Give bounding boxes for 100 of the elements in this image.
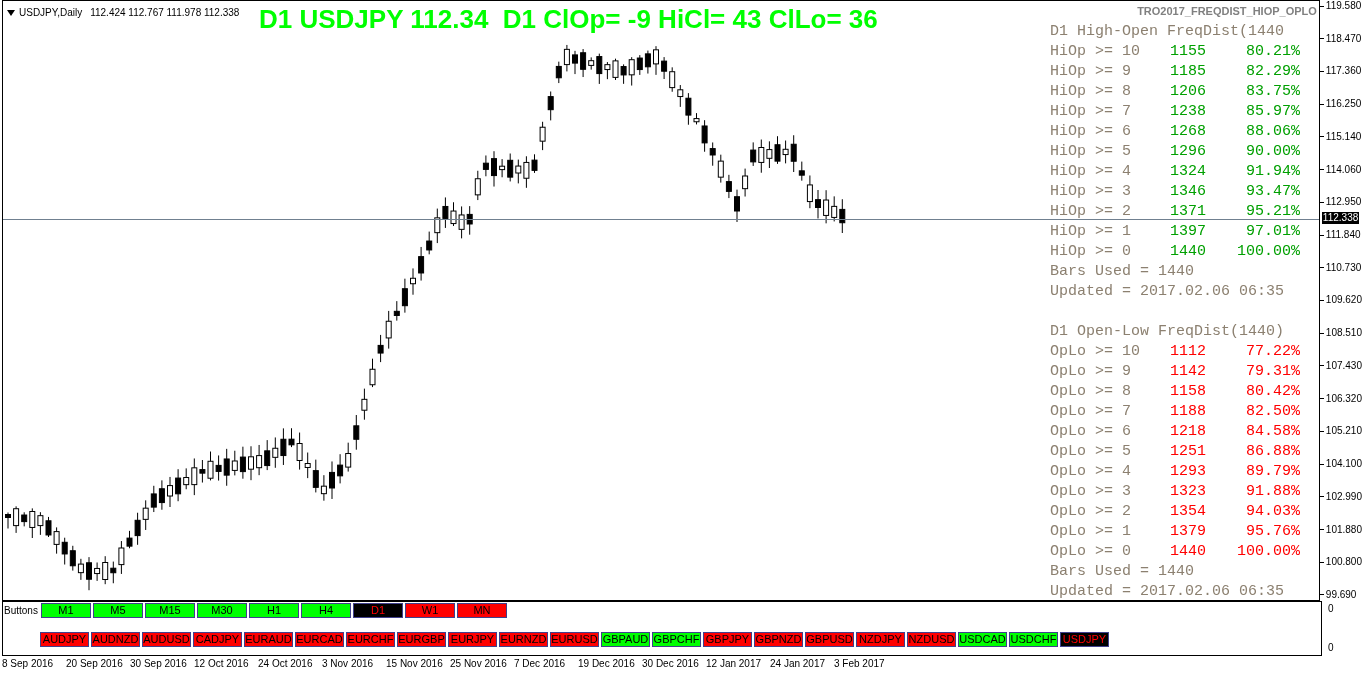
count-value: 1218 [1170, 422, 1207, 442]
threshold-label: HiOp >= 3 [1050, 182, 1132, 202]
date-tick-label: 24 Oct 2016 [258, 657, 314, 671]
count-value: 1371 [1170, 202, 1207, 222]
count-value: 1440 [1170, 242, 1207, 262]
percent-value: 77.22% [1245, 342, 1300, 362]
toggle-button[interactable]: EURJPY [448, 632, 497, 647]
ohlc-values: 112.424 112.767 111.978 112.338 [90, 6, 240, 20]
toggle-button[interactable]: EURUSD [550, 632, 599, 647]
toggle-button[interactable]: AUDUSD [142, 632, 191, 647]
toggle-button[interactable]: MN [457, 603, 507, 618]
section-title: D1 High-Open FreqDist(1440 [1050, 22, 1286, 42]
percent-value: 80.21% [1245, 42, 1300, 62]
price-tick-label: 104.100 [1325, 458, 1362, 471]
toggle-button[interactable]: M5 [93, 603, 143, 618]
count-value: 1251 [1170, 442, 1207, 462]
count-value: 1158 [1170, 382, 1207, 402]
toggle-button[interactable]: CADJPY [193, 632, 242, 647]
toggle-button[interactable]: M1 [41, 603, 91, 618]
percent-value: 97.01% [1245, 222, 1300, 242]
date-tick-label: 20 Sep 2016 [66, 657, 124, 671]
toggle-button[interactable]: GBPAUD [601, 632, 650, 647]
toggle-button[interactable]: EURCHF [346, 632, 395, 647]
date-tick-label: 7 Dec 2016 [514, 657, 567, 671]
toggle-button[interactable]: EURCAD [295, 632, 344, 647]
count-value: 1206 [1170, 82, 1207, 102]
threshold-label: HiOp >= 1 [1050, 222, 1132, 242]
threshold-label: OpLo >= 7 [1050, 402, 1132, 422]
percent-value: 83.75% [1245, 82, 1300, 102]
percent-value: 82.29% [1245, 62, 1300, 82]
toggle-button[interactable]: USDCAD [958, 632, 1007, 647]
price-tick-label: 110.730 [1325, 261, 1362, 274]
percent-value: 95.76% [1245, 522, 1300, 542]
subwindow-label: Buttons [4, 604, 39, 618]
price-tick-label: 99.690 [1325, 588, 1357, 601]
count-value: 1142 [1170, 362, 1207, 382]
price-tick-label: 100.800 [1325, 556, 1362, 569]
price-tick-label: 101.880 [1325, 523, 1362, 536]
threshold-label: OpLo >= 10 [1050, 342, 1141, 362]
threshold-label: OpLo >= 9 [1050, 362, 1132, 382]
updated-text: Updated = 2017.02.06 06:35 [1050, 582, 1286, 600]
toggle-button[interactable]: EURGBP [397, 632, 446, 647]
count-value: 1155 [1170, 42, 1207, 62]
toggle-button[interactable]: M15 [145, 603, 195, 618]
dropdown-triangle-icon[interactable] [7, 9, 15, 16]
toggle-button[interactable]: AUDJPY [40, 632, 89, 647]
headline: D1 USDJPY 112.34 D1 ClOp= -9 HiCl= 43 ClLo= 36 [259, 4, 878, 34]
percent-value: 90.00% [1245, 142, 1300, 162]
price-tick-label: 108.510 [1325, 327, 1362, 340]
toggle-button[interactable]: NZDJPY [856, 632, 905, 647]
percent-value: 84.58% [1245, 422, 1300, 442]
toggle-button[interactable]: M30 [197, 603, 247, 618]
bars-used-text: Bars Used = 1440 [1050, 262, 1196, 282]
toggle-button[interactable]: GBPJPY [703, 632, 752, 647]
price-tick-label: 111.840 [1325, 229, 1361, 242]
updated-text: Updated = 2017.02.06 06:35 [1050, 282, 1286, 302]
threshold-label: OpLo >= 8 [1050, 382, 1132, 402]
threshold-label: OpLo >= 3 [1050, 482, 1132, 502]
threshold-label: OpLo >= 5 [1050, 442, 1132, 462]
count-value: 1293 [1170, 462, 1207, 482]
date-tick-label: 30 Sep 2016 [130, 657, 188, 671]
toggle-button[interactable]: D1 [353, 603, 403, 618]
bars-used-text: Bars Used = 1440 [1050, 562, 1196, 582]
count-value: 1185 [1170, 62, 1207, 82]
toggle-button[interactable]: AUDNZD [91, 632, 140, 647]
date-tick-label: 12 Oct 2016 [194, 657, 250, 671]
date-tick-label: 19 Dec 2016 [578, 657, 636, 671]
toggle-button[interactable]: GBPCHF [652, 632, 701, 647]
toggle-button[interactable]: GBPUSD [805, 632, 854, 647]
toggle-button[interactable]: GBPNZD [754, 632, 803, 647]
toggle-button[interactable]: H4 [301, 603, 351, 618]
count-value: 1379 [1170, 522, 1207, 542]
toggle-button[interactable]: W1 [405, 603, 455, 618]
toggle-button[interactable]: NZDUSD [907, 632, 956, 647]
percent-value: 94.03% [1245, 502, 1300, 522]
count-value: 1440 [1170, 542, 1207, 562]
threshold-label: HiOp >= 0 [1050, 242, 1132, 262]
count-value: 1346 [1170, 182, 1207, 202]
count-value: 1324 [1170, 162, 1207, 182]
percent-value: 91.88% [1245, 482, 1300, 502]
price-tick-label: 115.140 [1325, 130, 1362, 143]
percent-value: 89.79% [1245, 462, 1300, 482]
price-tick-label: 109.620 [1325, 294, 1362, 307]
percent-value: 88.06% [1245, 122, 1300, 142]
percent-value: 85.97% [1245, 102, 1300, 122]
toggle-button[interactable]: USDCHF [1009, 632, 1058, 647]
percent-value: 82.50% [1245, 402, 1300, 422]
price-tick-label: 105.210 [1325, 425, 1362, 438]
price-tick-label: 107.430 [1325, 359, 1362, 372]
price-tick-label: 112.950 [1325, 196, 1362, 209]
symbol-label: USDJPY,Daily [19, 6, 83, 20]
toggle-button[interactable]: EURNZD [499, 632, 548, 647]
toggle-button[interactable]: EURAUD [244, 632, 293, 647]
percent-value: 79.31% [1245, 362, 1300, 382]
date-tick-label: 3 Feb 2017 [834, 657, 886, 671]
toggle-button[interactable]: USDJPY [1060, 632, 1109, 647]
toggle-button[interactable]: H1 [249, 603, 299, 618]
percent-value: 100.00% [1236, 542, 1300, 562]
threshold-label: OpLo >= 4 [1050, 462, 1132, 482]
percent-value: 80.42% [1245, 382, 1300, 402]
